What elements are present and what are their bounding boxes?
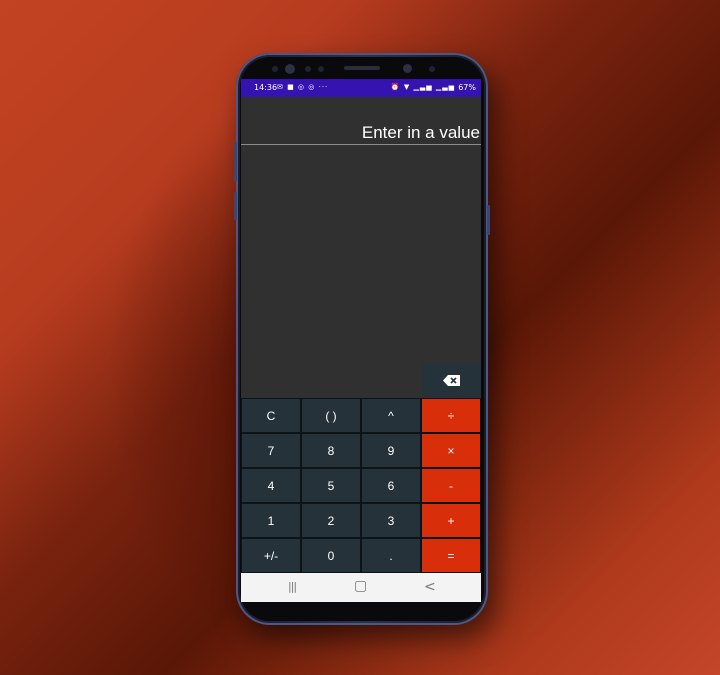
add-key[interactable]: + [421,503,481,538]
subtract-key[interactable]: - [421,468,481,503]
sensor-dot [429,66,435,72]
sensor-dot [272,66,278,72]
navigation-bar: ||| ▢ < [241,573,481,602]
keypad: C( ) ^ ÷ 7 8 9 × 4 5 6- 1 2 3 + +/- 0. = [241,398,481,573]
divide-key[interactable]: ÷ [421,398,481,433]
volume-button [234,142,237,182]
clear-key[interactable]: C [241,398,301,433]
digit-8-key[interactable]: 8 [301,433,361,468]
decimal-key[interactable]: . [361,538,421,573]
parentheses-key[interactable]: ( ) [301,398,361,433]
digit-7-key[interactable]: 7 [241,433,301,468]
system-status-icons: ⏰ ▼ ▁▃▅ ▁▃▅ [390,83,455,91]
digit-1-key[interactable]: 1 [241,503,301,538]
front-camera-icon [285,64,295,74]
digit-4-key[interactable]: 4 [241,468,301,503]
status-time: 14:36 [254,83,278,92]
power-button [487,205,490,235]
sensor-dot [318,66,324,72]
recents-icon[interactable]: ||| [288,579,297,595]
display-divider [241,144,481,145]
earpiece-speaker [344,66,380,70]
digit-0-key[interactable]: 0 [301,538,361,573]
digit-5-key[interactable]: 5 [301,468,361,503]
digit-2-key[interactable]: 2 [301,503,361,538]
backspace-button[interactable] [422,363,481,397]
digit-9-key[interactable]: 9 [361,433,421,468]
notification-icons: ✉ ■ ◎ ◎ ··· [277,83,329,91]
battery-level: 67% [458,83,476,92]
status-bar: 14:36 ✉ ■ ◎ ◎ ··· ⏰ ▼ ▁▃▅ ▁▃▅ 67% [241,79,481,97]
calculator-display[interactable]: Enter in a value [241,97,481,145]
digit-6-key[interactable]: 6 [361,468,421,503]
bixby-button [234,192,237,220]
back-icon[interactable]: < [424,579,436,595]
selfie-camera-icon [403,64,412,73]
backspace-icon [443,374,460,386]
digit-3-key[interactable]: 3 [361,503,421,538]
sensor-dot [305,66,311,72]
home-icon[interactable]: ▢ [354,578,367,594]
equals-key[interactable]: = [421,538,481,573]
negate-key[interactable]: +/- [241,538,301,573]
power-key[interactable]: ^ [361,398,421,433]
display-value: Enter in a value [361,123,480,142]
app-screen: 14:36 ✉ ■ ◎ ◎ ··· ⏰ ▼ ▁▃▅ ▁▃▅ 67% Enter … [241,79,481,602]
multiply-key[interactable]: × [421,433,481,468]
